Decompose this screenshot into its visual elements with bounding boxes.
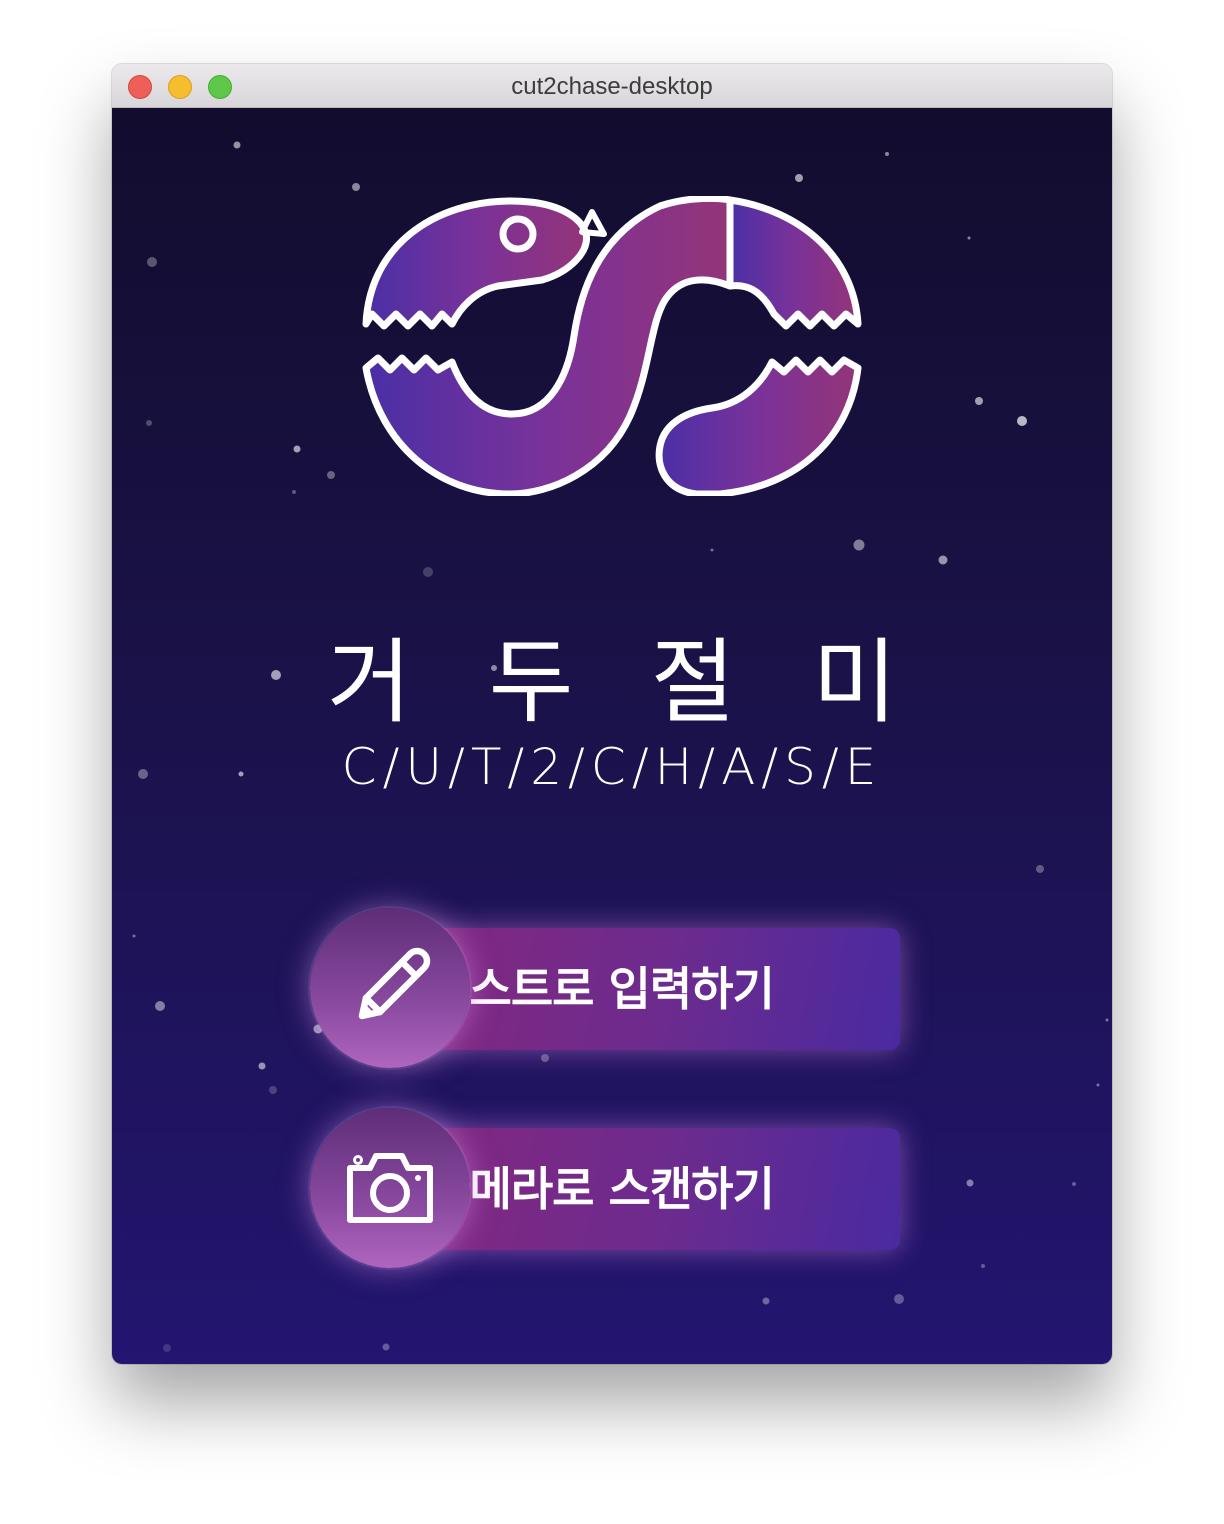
text-input-button[interactable]: 텍스트로 입력하기: [310, 908, 904, 1070]
pencil-icon: [358, 947, 431, 1020]
camera-scan-button-label[interactable]: 카메라로 스캔하기: [426, 1128, 776, 1250]
app-window: cut2chase-desktop 거 두 절 미 C/U/T/2/C/H/A/…: [112, 64, 1112, 1364]
app-subtitle: C/U/T/2/C/H/A/S/E: [341, 738, 883, 796]
camera-icon: [347, 1153, 433, 1223]
title-bar: cut2chase-desktop: [112, 64, 1112, 108]
main-content: 거 두 절 미 C/U/T/2/C/H/A/S/E 텍스트로 입력하기 카메라로…: [112, 108, 1112, 1364]
window-title: cut2chase-desktop: [511, 73, 713, 100]
text-input-button-label[interactable]: 텍스트로 입력하기: [426, 928, 776, 1050]
app-name-korean: 거 두 절 미: [326, 629, 922, 736]
app-logo-snake: [362, 196, 862, 496]
camera-scan-button[interactable]: 카메라로 스캔하기: [310, 1108, 904, 1270]
